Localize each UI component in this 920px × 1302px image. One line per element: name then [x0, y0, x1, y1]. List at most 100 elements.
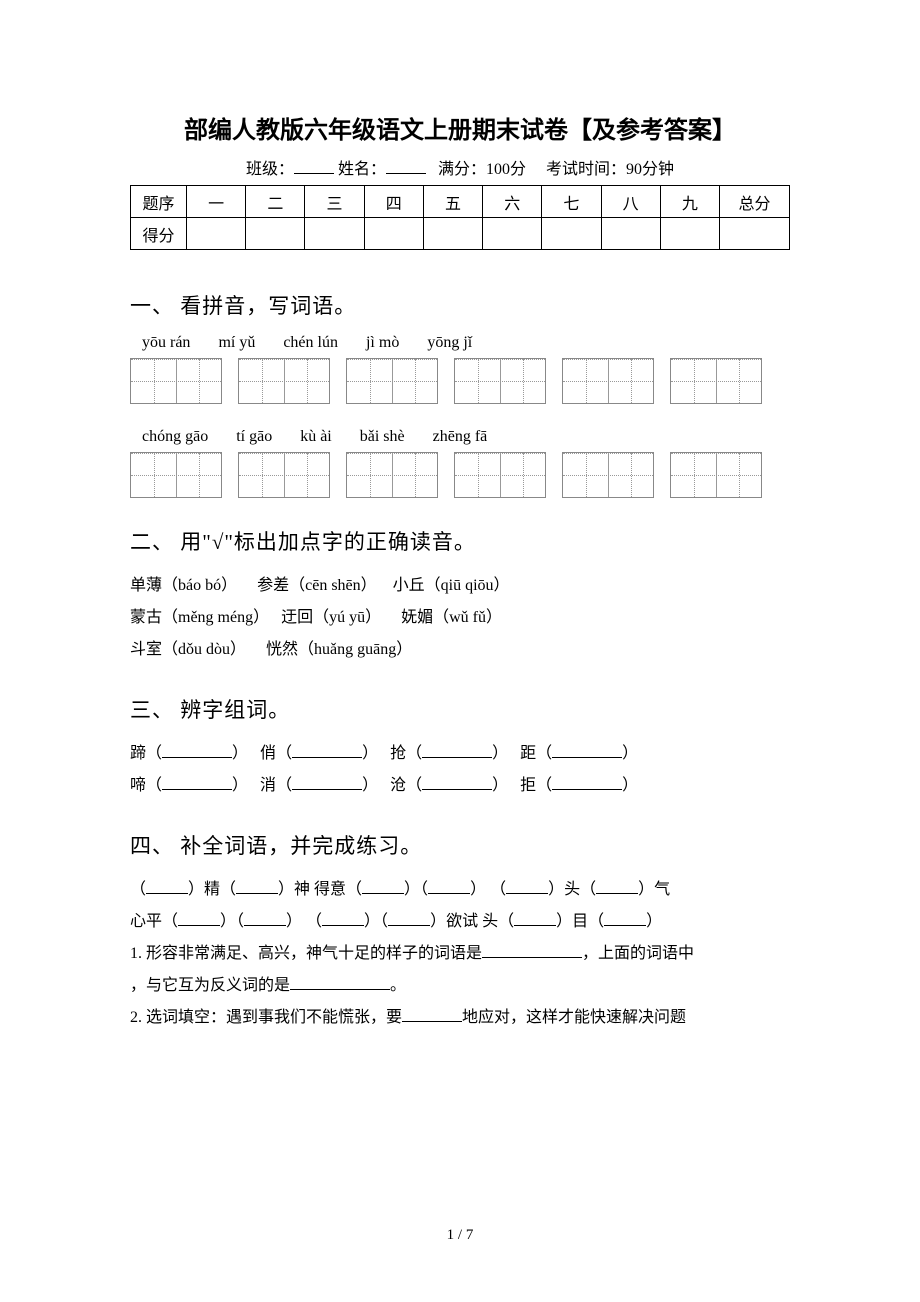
answer-blank[interactable]: [292, 742, 362, 758]
answer-blank[interactable]: [236, 878, 278, 894]
answer-blank[interactable]: [146, 878, 188, 894]
pinyin-item: kù ài: [300, 428, 332, 446]
txt: ）精（: [188, 881, 236, 898]
score-cell[interactable]: [483, 218, 542, 250]
answer-blank[interactable]: [482, 942, 582, 958]
name-blank[interactable]: [386, 158, 426, 174]
txt: ）欲试 头（: [430, 913, 514, 930]
char: 距: [520, 745, 536, 762]
char-box[interactable]: [562, 358, 654, 404]
answer-blank[interactable]: [596, 878, 638, 894]
full-score-label: 满分：100分: [438, 161, 526, 178]
txt: ）头（: [548, 881, 596, 898]
section-4-body: （）精（）神 得意（）（） （）头（）气 心平（）（） （）（）欲试 头（）目（…: [130, 874, 790, 1034]
score-cell[interactable]: [246, 218, 305, 250]
score-cell[interactable]: [542, 218, 601, 250]
pinyin-item: tí gāo: [236, 428, 272, 446]
name-label: 姓名：: [338, 161, 386, 178]
phonetic-line: 蒙古（měng méng） 迂回（yú yū） 妩媚（wǔ fǔ）: [130, 602, 790, 634]
score-cell[interactable]: [601, 218, 660, 250]
answer-blank[interactable]: [290, 974, 390, 990]
col-header: 一: [187, 186, 246, 218]
word-line: 蹄（） 俏（） 抢（） 距（）: [130, 738, 790, 770]
txt: ）气: [638, 881, 670, 898]
answer-blank[interactable]: [162, 742, 232, 758]
char-box[interactable]: [670, 452, 762, 498]
col-header: 四: [364, 186, 423, 218]
txt: 心平（: [130, 913, 178, 930]
col-header: 三: [305, 186, 364, 218]
class-blank[interactable]: [294, 158, 334, 174]
idiom-line: 心平（）（） （）（）欲试 头（）目（）: [130, 906, 790, 938]
answer-blank[interactable]: [422, 742, 492, 758]
txt: ，上面的词语中: [582, 945, 694, 962]
total-header: 总分: [720, 186, 790, 218]
score-cell[interactable]: [423, 218, 482, 250]
char-box[interactable]: [346, 358, 438, 404]
row-header: 得分: [131, 218, 187, 250]
char-boxes-row: [130, 358, 790, 404]
answer-blank[interactable]: [388, 910, 430, 926]
char-box[interactable]: [346, 452, 438, 498]
question-line: 2. 选词填空：遇到事我们不能慌张，要地应对，这样才能快速解决问题: [130, 1002, 790, 1034]
txt: ） （: [286, 913, 322, 930]
char: 俏: [260, 745, 276, 762]
char: 蹄: [130, 745, 146, 762]
exam-page: 部编人教版六年级语文上册期末试卷【及参考答案】 班级： 姓名： 满分：100分 …: [0, 0, 920, 1302]
answer-blank[interactable]: [552, 742, 622, 758]
txt: ）（: [364, 913, 388, 930]
txt: ，与它互为反义词的是: [130, 977, 290, 994]
question-line: ，与它互为反义词的是 。: [130, 970, 790, 1002]
score-cell[interactable]: [187, 218, 246, 250]
char: 啼: [130, 777, 146, 794]
pinyin-item: yōu rán: [142, 334, 190, 352]
score-cell[interactable]: [305, 218, 364, 250]
answer-blank[interactable]: [402, 1006, 462, 1022]
answer-blank[interactable]: [322, 910, 364, 926]
answer-blank[interactable]: [292, 774, 362, 790]
answer-blank[interactable]: [552, 774, 622, 790]
txt: ）目（: [556, 913, 604, 930]
phonetic-line: 单薄（báo bó） 参差（cēn shēn） 小丘（qiū qiōu）: [130, 570, 790, 602]
char-box[interactable]: [238, 452, 330, 498]
idiom-line: （）精（）神 得意（）（） （）头（）气: [130, 874, 790, 906]
col-header: 七: [542, 186, 601, 218]
pinyin-item: zhēng fā: [433, 428, 488, 446]
txt: 。: [390, 977, 406, 994]
section-3-heading: 三、 辨字组词。: [130, 694, 790, 724]
phonetic-item: 参差（cēn shēn）: [257, 577, 377, 594]
char-box[interactable]: [130, 452, 222, 498]
score-cell[interactable]: [364, 218, 423, 250]
pinyin-item: bǎi shè: [360, 428, 405, 446]
char: 消: [260, 777, 276, 794]
pinyin-item: mí yǔ: [218, 334, 255, 352]
pinyin-row-1: yōu rán mí yǔ chén lún jì mò yōng jǐ: [142, 334, 790, 352]
score-cell[interactable]: [660, 218, 719, 250]
char-box[interactable]: [562, 452, 654, 498]
pinyin-item: jì mò: [366, 334, 399, 352]
answer-blank[interactable]: [604, 910, 646, 926]
answer-blank[interactable]: [244, 910, 286, 926]
char-box[interactable]: [670, 358, 762, 404]
char-box[interactable]: [238, 358, 330, 404]
char-box[interactable]: [454, 452, 546, 498]
answer-blank[interactable]: [362, 878, 404, 894]
word-line: 啼（） 消（） 沧（） 拒（）: [130, 770, 790, 802]
phonetic-item: 斗室（dǒu dòu）: [130, 641, 246, 658]
pinyin-item: chóng gāo: [142, 428, 208, 446]
char-box[interactable]: [454, 358, 546, 404]
char-box[interactable]: [130, 358, 222, 404]
answer-blank[interactable]: [162, 774, 232, 790]
answer-blank[interactable]: [514, 910, 556, 926]
answer-blank[interactable]: [178, 910, 220, 926]
txt: ）神 得意（: [278, 881, 362, 898]
phonetic-item: 单薄（báo bó）: [130, 577, 237, 594]
answer-blank[interactable]: [506, 878, 548, 894]
score-cell[interactable]: [720, 218, 790, 250]
section-1-heading: 一、 看拼音，写词语。: [130, 290, 790, 320]
char-boxes-row: [130, 452, 790, 498]
pinyin-row-2: chóng gāo tí gāo kù ài bǎi shè zhēng fā: [142, 428, 790, 446]
answer-blank[interactable]: [428, 878, 470, 894]
score-table: 题序 一 二 三 四 五 六 七 八 九 总分 得分: [130, 185, 790, 250]
answer-blank[interactable]: [422, 774, 492, 790]
